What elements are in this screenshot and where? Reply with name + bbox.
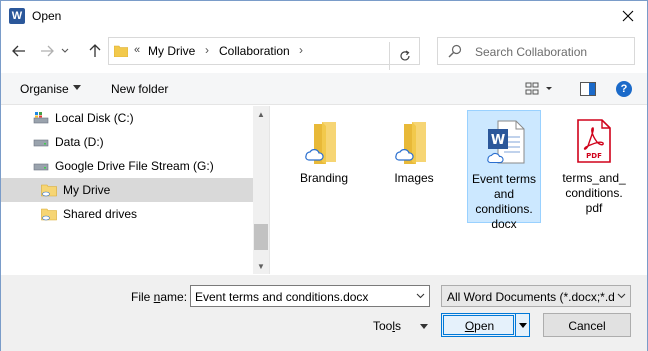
folder-icon — [41, 184, 57, 197]
open-label: Open — [464, 319, 495, 333]
command-toolbar: Organise New folder ? — [1, 73, 647, 105]
drive-icon — [33, 163, 49, 171]
dialog-footer: File name: Event terms and conditions.do… — [1, 275, 647, 351]
nav-item-label: My Drive — [63, 183, 111, 197]
file-type-dropdown-button[interactable] — [614, 286, 628, 306]
tools-dropdown-icon[interactable] — [420, 324, 428, 329]
nav-item-data[interactable]: Data (D:) — [1, 130, 253, 154]
nav-item-google-drive[interactable]: Google Drive File Stream (G:) — [1, 154, 253, 178]
refresh-icon — [399, 50, 410, 61]
close-icon — [622, 10, 634, 22]
dialog-title: Open — [32, 9, 62, 23]
file-name-value: Event terms and conditions.docx — [195, 290, 369, 304]
scroll-down-icon[interactable]: ▼ — [253, 258, 269, 274]
breadcrumb-separator-icon[interactable]: › — [205, 43, 209, 57]
file-item-images[interactable]: Images — [377, 110, 451, 186]
nav-item-shared-drives[interactable]: Shared drives — [1, 202, 253, 226]
recent-locations-button[interactable] — [59, 41, 71, 61]
organise-dropdown-icon[interactable] — [73, 85, 81, 90]
overflow-chevron-icon[interactable]: « — [134, 44, 140, 56]
file-item-terms-pdf[interactable]: PDF terms_and_ conditions. pdf — [557, 110, 631, 216]
file-list: Branding Images W Event terms and condit… — [271, 106, 647, 274]
nav-pane-scrollbar[interactable]: ▲ ▼ — [253, 106, 269, 274]
breadcrumb-collaboration[interactable]: Collaboration — [219, 44, 290, 58]
word-doc-icon: W — [480, 117, 528, 169]
nav-item-label: Local Disk (C:) — [55, 111, 134, 125]
file-item-event-terms-docx[interactable]: W Event terms and conditions. docx — [467, 110, 541, 231]
search-placeholder: Search Collaboration — [475, 45, 588, 59]
preview-pane-icon[interactable] — [580, 82, 596, 96]
file-name-label: File name: — [131, 290, 188, 304]
chevron-down-icon — [416, 293, 424, 299]
open-main-button[interactable]: Open — [443, 315, 514, 335]
file-name: Branding — [299, 171, 349, 185]
up-button[interactable] — [85, 41, 105, 61]
open-button[interactable]: Open — [441, 313, 530, 337]
local-disk-icon — [33, 112, 49, 124]
scrollbar-thumb[interactable] — [254, 224, 268, 250]
folder-icon — [41, 208, 57, 221]
svg-text:W: W — [491, 133, 505, 148]
up-arrow-icon — [89, 44, 101, 57]
new-folder-button[interactable]: New folder — [111, 82, 168, 96]
nav-item-local-disk[interactable]: Local Disk (C:) — [1, 106, 253, 130]
breadcrumb-separator-icon[interactable]: › — [299, 43, 303, 57]
pdf-icon: PDF — [570, 116, 618, 168]
search-input[interactable]: Search Collaboration — [437, 37, 635, 65]
chevron-down-icon — [617, 293, 625, 299]
change-view-icon[interactable] — [525, 82, 553, 96]
nav-item-label: Google Drive File Stream (G:) — [55, 159, 214, 173]
back-arrow-icon — [12, 45, 25, 57]
drive-icon — [33, 139, 49, 147]
navigation-bar: « My Drive › Collaboration › Search Coll… — [1, 33, 647, 71]
cancel-button[interactable]: Cancel — [543, 313, 631, 337]
file-name: Images — [394, 171, 434, 185]
file-name-field[interactable]: Event terms and conditions.docx — [190, 285, 430, 307]
address-bar[interactable]: « My Drive › Collaboration › — [108, 37, 420, 70]
tools-button[interactable]: Tools — [373, 319, 401, 333]
cloud-folder-icon — [390, 116, 438, 168]
refresh-button[interactable] — [389, 42, 419, 70]
help-icon[interactable]: ? — [616, 81, 632, 97]
chevron-down-icon — [61, 48, 69, 53]
file-name-dropdown-button[interactable] — [411, 286, 429, 306]
breadcrumb-my-drive[interactable]: My Drive — [148, 44, 195, 58]
nav-item-label: Shared drives — [63, 207, 138, 221]
forward-arrow-icon — [41, 45, 54, 57]
folder-icon — [114, 45, 128, 57]
navigation-pane: Local Disk (C:) Data (D:) Google Drive F… — [1, 106, 270, 274]
scroll-up-icon[interactable]: ▲ — [253, 106, 269, 122]
word-app-icon: W — [9, 8, 25, 24]
cancel-label: Cancel — [568, 319, 606, 333]
file-type-select[interactable]: All Word Documents (*.docx;*.d — [441, 285, 631, 307]
back-button[interactable] — [9, 41, 29, 61]
open-dialog: W Open « My Drive › Collaboration › Sear… — [0, 0, 648, 351]
close-button[interactable] — [609, 1, 647, 31]
file-item-branding[interactable]: Branding — [287, 110, 361, 186]
file-name: Event terms and conditions. docx — [471, 172, 537, 231]
nav-item-label: Data (D:) — [55, 135, 104, 149]
open-options-button[interactable] — [515, 314, 529, 336]
search-icon — [448, 44, 462, 58]
cloud-folder-icon — [300, 116, 348, 168]
chevron-down-icon — [518, 322, 527, 328]
file-type-value: All Word Documents (*.docx;*.d — [447, 290, 615, 304]
file-name: terms_and_ conditions. pdf — [562, 171, 626, 215]
title-bar: W Open — [1, 1, 647, 32]
nav-item-my-drive[interactable]: My Drive — [1, 178, 253, 202]
organise-button[interactable]: Organise — [20, 82, 69, 96]
forward-button[interactable] — [37, 41, 57, 61]
svg-text:PDF: PDF — [586, 152, 602, 160]
